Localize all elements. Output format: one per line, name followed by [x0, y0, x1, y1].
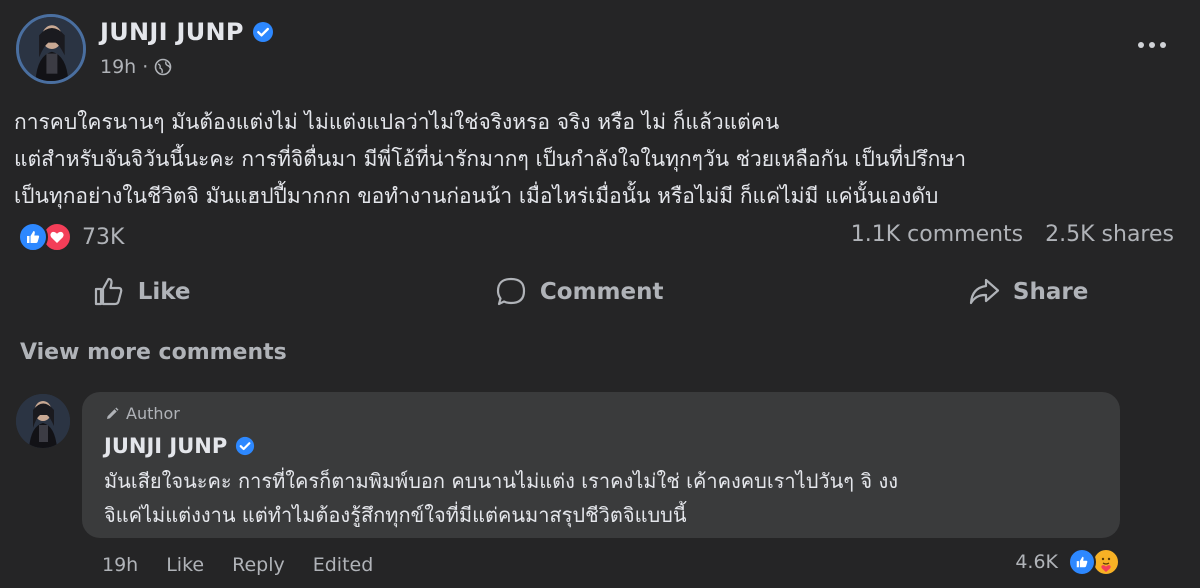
thumbs-up-icon [18, 222, 48, 252]
comment-text: มันเสียใจนะคะ การที่ใครก็ตามพิมพ์บอก คบน… [104, 464, 898, 532]
comment-time[interactable]: 19h [102, 554, 138, 576]
post-author-label: JUNJI JUNP [100, 18, 244, 46]
comment-reactions[interactable]: 4.6K [1015, 548, 1120, 576]
verified-badge-icon [252, 21, 274, 43]
post-text-line: การคบใครนานๆ มันต้องแต่งไม่ ไม่แต่งแปลว่… [14, 110, 780, 134]
care-emoji-icon [1092, 548, 1120, 576]
globe-icon [154, 58, 172, 76]
more-dot [1149, 42, 1155, 48]
comment-like-button[interactable]: Like [166, 554, 204, 576]
more-dot [1138, 42, 1144, 48]
pen-icon [107, 407, 119, 419]
like-button[interactable]: Like [76, 271, 207, 313]
share-button[interactable]: Share [951, 271, 1104, 313]
comment-edited-label[interactable]: Edited [313, 554, 374, 576]
comment-label: Comment [539, 279, 664, 305]
author-badge-label: Author [126, 404, 180, 423]
verified-badge-icon [235, 436, 255, 456]
post-body: การคบใครนานๆ มันต้องแต่งไม่ ไม่แต่งแปลว่… [14, 104, 1184, 215]
meta-separator: · [142, 56, 149, 78]
comment-bubble-icon [496, 277, 526, 306]
comment-text-line: จิแค่ไม่แต่งงาน แต่ทำไมต้องรู้สึกทุกข์ใจ… [104, 503, 687, 527]
post-meta: 19h · [100, 56, 172, 78]
post-text-line: แต่สำหรับจันจิวันนี้นะคะ การที่จิตื่นมา … [14, 147, 967, 171]
reaction-count: 73K [82, 224, 125, 250]
post-reactions[interactable]: 73K [18, 222, 124, 252]
comment-author-label: JUNJI JUNP [104, 434, 228, 458]
share-label: Share [1012, 279, 1089, 305]
like-label: Like [137, 279, 191, 305]
author-avatar[interactable] [16, 14, 86, 84]
comment-text-line: มันเสียใจนะคะ การที่ใครก็ตามพิมพ์บอก คบน… [104, 469, 899, 493]
comments-count[interactable]: 1.1K comments [851, 222, 1023, 247]
post-time[interactable]: 19h [100, 56, 136, 78]
post-text-line: เป็นทุกอย่างในชีวิตจิ มันแฮปปี้มากกก ขอท… [14, 184, 939, 208]
author-badge: Author [104, 404, 180, 423]
comment-reaction-count: 4.6K [1015, 551, 1058, 573]
more-dot [1160, 42, 1166, 48]
thumbs-up-icon [94, 277, 123, 306]
view-more-comments-link[interactable]: View more comments [20, 340, 287, 365]
thumbs-up-icon [1068, 548, 1096, 576]
shares-count[interactable]: 2.5K shares [1045, 222, 1174, 247]
post-action-bar: Like Comment Share [0, 270, 1200, 314]
facebook-post: JUNJI JUNP 19h · การคบใครนานๆ มันต้องแต่… [0, 0, 1200, 588]
post-counts: 1.1K comments 2.5K shares [851, 222, 1174, 247]
post-author-name[interactable]: JUNJI JUNP [100, 18, 274, 46]
more-options-icon[interactable] [1132, 30, 1172, 60]
comment-button[interactable]: Comment [478, 271, 680, 313]
share-arrow-icon [969, 278, 999, 305]
comment-author-name[interactable]: JUNJI JUNP [104, 434, 255, 458]
comment-bubble: Author JUNJI JUNP มันเสียใจนะคะ การที่ใค… [82, 392, 1120, 538]
comment-author-avatar[interactable] [16, 394, 70, 448]
comment-reply-button[interactable]: Reply [232, 554, 285, 576]
comment-footer: 19h Like Reply Edited [102, 554, 373, 576]
